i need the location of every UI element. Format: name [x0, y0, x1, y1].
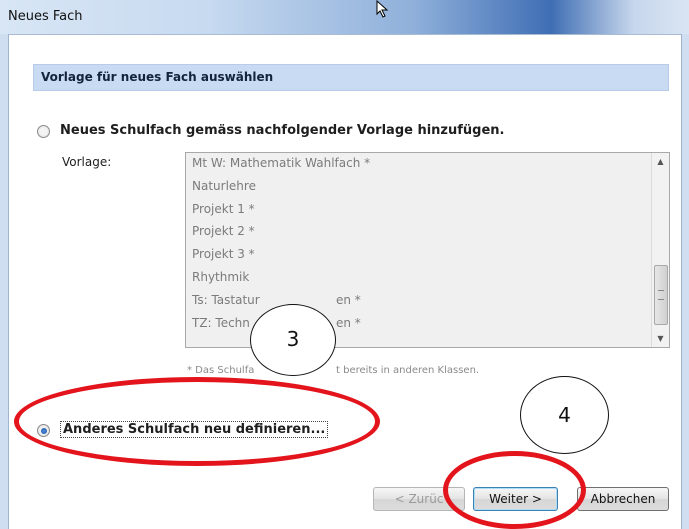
- scroll-down-icon[interactable]: ▼: [652, 330, 669, 347]
- grip-icon: [658, 290, 664, 300]
- highlight-ellipse-define-option: [14, 377, 380, 466]
- list-item[interactable]: TZ: Techn: [192, 316, 250, 330]
- section-header: Vorlage für neues Fach auswählen: [33, 64, 669, 91]
- mouse-cursor-icon: [376, 0, 389, 18]
- list-item-fragment: en *: [336, 316, 361, 330]
- cancel-button[interactable]: Abbrechen: [577, 487, 669, 511]
- list-item[interactable]: Projekt 2 *: [192, 224, 255, 238]
- note-text-end: t bereits in anderen Klassen.: [336, 365, 480, 376]
- annotation-marker-4: 4: [520, 376, 609, 454]
- list-item-fragment: en *: [336, 293, 361, 307]
- highlight-ellipse-next-button: [443, 451, 586, 529]
- list-item[interactable]: Projekt 1 *: [192, 202, 255, 216]
- section-heading: Vorlage für neues Fach auswählen: [41, 70, 274, 84]
- template-option-label[interactable]: Neues Schulfach gemäss nachfolgender Vor…: [60, 123, 504, 138]
- window-frame-right: [681, 34, 689, 529]
- list-item[interactable]: Mt W: Mathematik Wahlfach *: [192, 156, 370, 170]
- window-title: Neues Fach: [8, 9, 83, 24]
- listbox-scrollbar[interactable]: ▲ ▼: [651, 153, 669, 347]
- window-frame-left: [0, 34, 9, 529]
- list-item[interactable]: Ts: Tastatur: [192, 293, 260, 307]
- radio-template-option[interactable]: [37, 125, 50, 138]
- template-label: Vorlage:: [62, 155, 112, 169]
- list-item[interactable]: Rhythmik: [192, 270, 249, 284]
- list-item[interactable]: Projekt 3 *: [192, 247, 255, 261]
- title-bar: Neues Fach: [0, 0, 689, 35]
- note-text-start: * Das Schulfa: [187, 365, 255, 376]
- list-item[interactable]: Naturlehre: [192, 179, 256, 193]
- scroll-thumb[interactable]: [654, 265, 668, 325]
- annotation-marker-3: 3: [250, 304, 336, 376]
- scroll-up-icon[interactable]: ▲: [652, 153, 669, 170]
